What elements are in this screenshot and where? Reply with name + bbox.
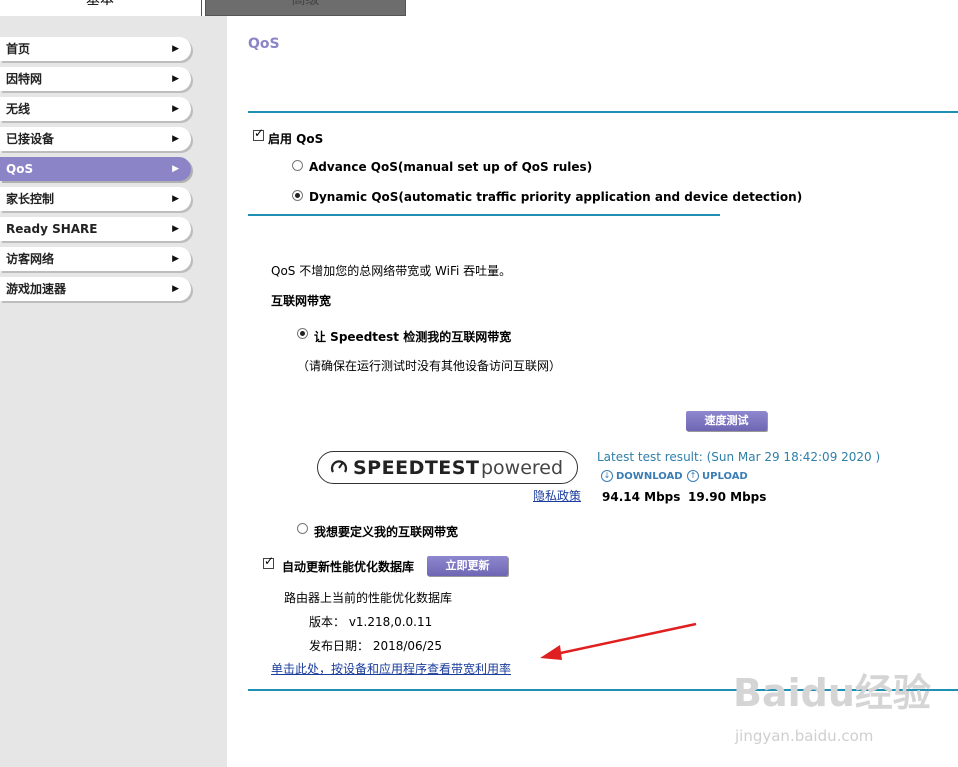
speedtest-hint: （请确保在运行测试时没有其他设备访问互联网） <box>297 359 562 373</box>
db-heading: 路由器上当前的性能优化数据库 <box>284 591 453 605</box>
speedtest-option-label: 让 Speedtest 检测我的互联网带宽 <box>314 330 512 344</box>
enable-qos-checkbox[interactable] <box>253 126 264 141</box>
sidebar-item-label: 首页 <box>6 42 31 56</box>
sidebar-item-qos[interactable]: QoS ▶ <box>0 157 191 181</box>
sidebar-item-label: 无线 <box>6 102 31 116</box>
bandwidth-usage-link[interactable]: 单击此处，按设备和应用程序查看带宽利用率 <box>271 660 511 677</box>
upload-label: UPLOAD <box>702 471 748 482</box>
download-label: DOWNLOAD <box>616 471 683 482</box>
arrow-right-icon: ▶ <box>172 44 179 54</box>
arrow-right-icon: ▶ <box>172 134 179 144</box>
dynamic-qos-radio[interactable] <box>292 190 303 201</box>
page-title: QoS <box>248 36 280 52</box>
qos-note: QoS 不增加您的总网络带宽或 WiFi 吞吐量。 <box>271 264 512 278</box>
sidebar-item-attached-devices[interactable]: 已接设备 ▶ <box>0 127 191 151</box>
tab-advanced[interactable]: 高级 <box>205 0 406 16</box>
sidebar-item-label: 家长控制 <box>6 192 55 206</box>
download-icon: ↓ <box>601 470 613 482</box>
privacy-link[interactable]: 隐私政策 <box>533 487 581 504</box>
arrow-right-icon: ▶ <box>172 284 179 294</box>
bandwidth-heading: 互联网带宽 <box>271 294 332 308</box>
sidebar-item-label: 游戏加速器 <box>6 282 67 296</box>
arrow-right-icon: ▶ <box>172 104 179 114</box>
gauge-icon <box>330 460 348 473</box>
auto-update-label: 自动更新性能优化数据库 <box>282 560 415 574</box>
advance-qos-label: Advance QoS(manual set up of QoS rules) <box>309 160 593 174</box>
tab-basic[interactable]: 基本 <box>0 0 202 16</box>
enable-qos-label: 启用 QoS <box>268 132 324 146</box>
sidebar-item-guest-network[interactable]: 访客网络 ▶ <box>0 247 191 271</box>
speed-test-button[interactable]: 速度测试 <box>686 411 767 431</box>
upload-icon: ↑ <box>687 470 699 482</box>
download-value: 94.14 Mbps <box>602 490 681 504</box>
speedtest-word: SPEEDTEST <box>353 457 480 479</box>
tab-basic-label: 基本 <box>86 0 114 8</box>
watermark-brand: Baidu经验 <box>733 671 931 715</box>
arrow-right-icon: ▶ <box>172 164 179 174</box>
custom-bandwidth-radio[interactable] <box>297 523 308 534</box>
sidebar-item-label: 已接设备 <box>6 132 55 146</box>
custom-bandwidth-label: 我想要定义我的互联网带宽 <box>314 525 459 539</box>
arrow-right-icon: ▶ <box>172 74 179 84</box>
watermark-url: jingyan.baidu.com <box>735 727 874 745</box>
divider <box>248 214 720 216</box>
sidebar-item-label: 访客网络 <box>6 252 55 266</box>
sidebar-item-readyshare[interactable]: Ready SHARE ▶ <box>0 217 191 241</box>
speedtest-radio[interactable] <box>297 328 308 339</box>
update-now-button[interactable]: 立即更新 <box>427 556 508 576</box>
sidebar-item-game-accelerator[interactable]: 游戏加速器 ▶ <box>0 277 191 301</box>
upload-value: 19.90 Mbps <box>688 490 767 504</box>
sidebar-item-parental-control[interactable]: 家长控制 ▶ <box>0 187 191 211</box>
sidebar-item-internet[interactable]: 因特网 ▶ <box>0 67 191 91</box>
db-version: 版本： v1.218,0.0.11 <box>309 615 433 629</box>
speedtest-logo: SPEEDTEST powered <box>317 451 578 484</box>
speedtest-powered: powered <box>481 457 564 479</box>
tab-advanced-label: 高级 <box>291 0 320 8</box>
arrow-right-icon: ▶ <box>172 194 179 204</box>
divider <box>248 111 958 113</box>
sidebar-item-label: 因特网 <box>6 72 43 86</box>
arrow-right-icon: ▶ <box>172 254 179 264</box>
advance-qos-radio[interactable] <box>292 160 303 171</box>
auto-update-checkbox[interactable] <box>263 554 274 569</box>
latest-test-result: Latest test result: (Sun Mar 29 18:42:09… <box>597 450 881 464</box>
baidu-watermark: Baidu经验 <box>733 662 931 717</box>
sidebar-item-label: Ready SHARE <box>6 222 98 236</box>
dynamic-qos-label: Dynamic QoS(automatic traffic priority a… <box>309 190 803 204</box>
sidebar-item-home[interactable]: 首页 ▶ <box>0 37 191 61</box>
sidebar-item-label: QoS <box>6 162 34 176</box>
red-arrow-annotation <box>540 622 697 660</box>
sidebar: 首页 ▶ 因特网 ▶ 无线 ▶ 已接设备 ▶ QoS ▶ 家长控制 ▶ Ready SHAR… <box>0 16 227 767</box>
db-release-date: 发布日期： 2018/06/25 <box>309 639 442 653</box>
arrow-right-icon: ▶ <box>172 224 179 234</box>
sidebar-item-wireless[interactable]: 无线 ▶ <box>0 97 191 121</box>
